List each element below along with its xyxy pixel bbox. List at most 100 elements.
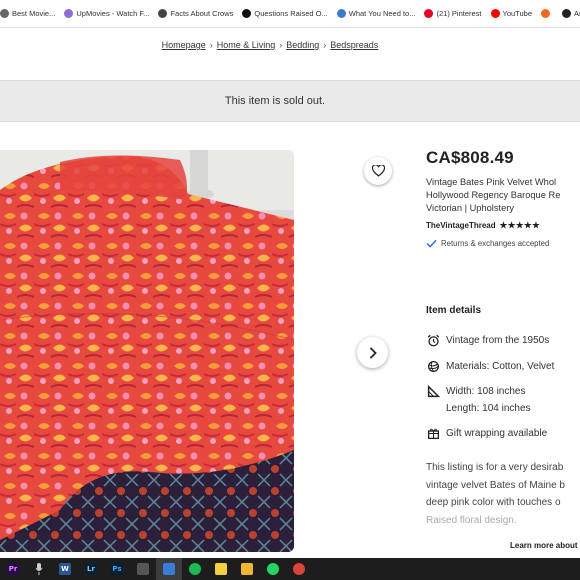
ruler-triangle-icon	[426, 384, 440, 398]
detail-gift: Gift wrapping available	[426, 425, 547, 442]
bookmark-label: What You Need to...	[348, 9, 416, 18]
sticky-notes-icon	[215, 563, 227, 575]
detail-vintage: Vintage from the 1950s	[426, 332, 549, 349]
yarn-ball-icon	[426, 359, 440, 373]
gift-text: Gift wrapping available	[446, 428, 548, 439]
listing-description: This listing is for a very desirab vinta…	[426, 459, 580, 527]
favicon-icon	[64, 9, 74, 18]
breadcrumb-home-living[interactable]: Home & Living	[217, 40, 276, 50]
bookmark-item[interactable]	[541, 9, 553, 18]
item-details-heading: Item details	[426, 305, 482, 316]
bookmark-label: Questions Raised O...	[254, 9, 328, 18]
description-line: deep pink color with touches o	[426, 497, 561, 508]
shop-name-link[interactable]: TheVintageThread	[426, 221, 496, 230]
rating-stars[interactable]: ★★★★★	[500, 220, 541, 231]
bookmark-item[interactable]: Best Movie...	[0, 9, 55, 18]
taskbar-file-explorer-button[interactable]	[234, 558, 260, 580]
lightroom-icon: Lr	[85, 563, 97, 575]
sold-out-banner: This item is sold out.	[0, 80, 580, 122]
favicon-icon	[424, 9, 434, 18]
listing-title: Vintage Bates Pink Velvet Whol Hollywood…	[426, 176, 580, 215]
taskbar-sticky-notes-button[interactable]	[208, 558, 234, 580]
bookmark-item[interactable]: (21) Pinterest	[424, 9, 482, 18]
chevron-right-icon: ›	[279, 40, 283, 50]
spotify-icon	[189, 563, 201, 575]
favicon-icon	[242, 9, 252, 18]
taskbar-whatsapp-button[interactable]	[260, 558, 286, 580]
photoshop-icon: Ps	[111, 563, 123, 575]
shop-info: TheVintageThread ★★★★★	[426, 220, 580, 231]
chevron-right-icon: ›	[323, 40, 327, 50]
taskbar-microphone-button[interactable]	[26, 558, 52, 580]
learn-more-link[interactable]: Learn more about	[510, 541, 578, 550]
microphone-icon	[33, 563, 45, 575]
favicon-icon	[541, 9, 550, 18]
chevron-right-icon: ›	[209, 40, 213, 50]
favicon-icon	[562, 9, 571, 18]
checkmark-icon	[426, 239, 437, 248]
breadcrumb-bedspreads[interactable]: Bedspreads	[330, 40, 378, 50]
description-line: vintage velvet Bates of Maine b	[426, 479, 565, 491]
bookmark-item[interactable]: YouTube	[490, 9, 532, 18]
paint-icon	[163, 563, 175, 575]
listing-photo[interactable]	[0, 150, 294, 552]
breadcrumb-homepage[interactable]: Homepage	[162, 40, 206, 50]
taskbar-paint-button[interactable]	[156, 558, 182, 580]
bookmarks-bar: Best Movie... UpMovies - Watch F... Facts …	[0, 0, 580, 28]
bookmark-item[interactable]: Facts About Crows	[158, 9, 233, 18]
gift-box-icon	[426, 426, 440, 440]
returns-policy: Returns & exchanges accepted	[426, 239, 580, 248]
bookmark-label: (21) Pinterest	[436, 9, 482, 18]
description-line: This listing is for a very desirab	[426, 462, 564, 473]
bookmark-label: Best Movie...	[12, 9, 56, 18]
title-line: Victorian | Upholstery	[426, 203, 515, 213]
file-explorer-icon	[241, 563, 253, 575]
taskbar: Pr W Lr Ps	[0, 558, 580, 580]
favicon-icon	[490, 9, 500, 18]
bookmark-item[interactable]: Questions Raised O...	[242, 9, 328, 18]
taskbar-photoshop-button[interactable]: Ps	[104, 558, 130, 580]
length-text: Length: 104 inches	[446, 403, 531, 414]
taskbar-chrome-button[interactable]	[286, 558, 312, 580]
whatsapp-icon	[267, 563, 279, 575]
alarm-clock-icon	[426, 333, 440, 347]
taskbar-lightroom-button[interactable]: Lr	[78, 558, 104, 580]
bookmark-label: UpMovies - Watch F...	[76, 9, 150, 18]
breadcrumb-bedding[interactable]: Bedding	[286, 40, 319, 50]
bookmark-item[interactable]: Amazon.com: Rose...	[562, 9, 580, 18]
vintage-text: Vintage from the 1950s	[446, 335, 550, 346]
next-image-button[interactable]	[357, 337, 388, 368]
favicon-icon	[0, 9, 9, 18]
chevron-right-icon	[369, 346, 377, 359]
favicon-icon	[336, 9, 346, 18]
returns-text: Returns & exchanges accepted	[441, 239, 550, 248]
bedspread-image	[0, 150, 294, 552]
taskbar-calculator-button[interactable]	[130, 558, 156, 580]
word-icon: W	[59, 563, 71, 575]
favicon-icon	[158, 9, 168, 18]
title-line: Hollywood Regency Baroque Re	[426, 190, 561, 200]
bookmark-label: Facts About Crows	[170, 9, 234, 18]
sold-out-text: This item is sold out.	[224, 95, 326, 107]
materials-text: Materials: Cotton, Velvet	[446, 361, 555, 372]
heart-icon	[371, 165, 385, 177]
taskbar-word-button[interactable]: W	[52, 558, 78, 580]
dimensions-text: Width: 108 inches Length: 104 inches	[446, 383, 531, 417]
breadcrumb: Homepage › Home & Living › Bedding › Bedspread…	[0, 40, 540, 50]
favorite-button[interactable]	[364, 157, 392, 185]
bookmark-label: YouTube	[502, 9, 532, 18]
detail-dimensions: Width: 108 inches Length: 104 inches	[426, 383, 531, 417]
chrome-icon	[293, 563, 305, 575]
listing-info: CA$808.49 Vintage Bates Pink Velvet Whol…	[426, 148, 580, 248]
calculator-icon	[137, 563, 149, 575]
bookmark-item[interactable]: What You Need to...	[336, 9, 416, 18]
bookmark-label: Amazon.com: Rose...	[574, 9, 580, 18]
detail-materials: Materials: Cotton, Velvet	[426, 358, 554, 375]
bookmark-item[interactable]: UpMovies - Watch F...	[64, 9, 149, 18]
price: CA$808.49	[426, 148, 514, 167]
taskbar-premiere-button[interactable]: Pr	[0, 558, 26, 580]
title-line: Vintage Bates Pink Velvet Whol	[426, 177, 557, 187]
premiere-icon: Pr	[7, 563, 19, 575]
description-line: Raised floral design.	[426, 514, 517, 526]
taskbar-spotify-button[interactable]	[182, 558, 208, 580]
